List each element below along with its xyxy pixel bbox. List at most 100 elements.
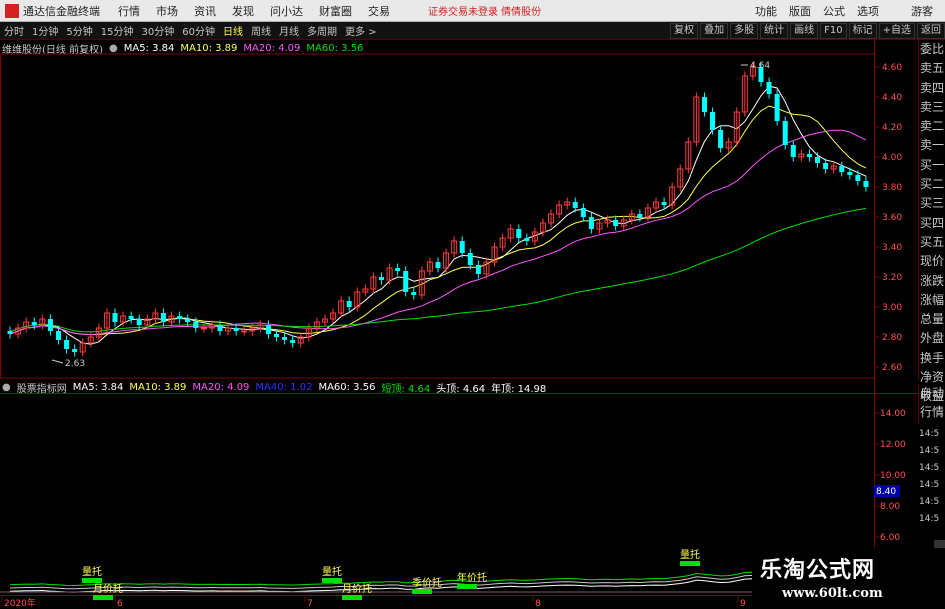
price-tick-label: 4.40: [882, 93, 902, 103]
stats-button[interactable]: 统计: [760, 23, 789, 39]
price-tick-label: 4.00: [882, 153, 902, 163]
period-30min[interactable]: 30分钟: [137, 23, 178, 38]
side-item-buy2[interactable]: 买二: [919, 175, 945, 194]
side-item-outer[interactable]: 外盘: [919, 329, 945, 348]
multi-stock-button[interactable]: 多股: [730, 23, 759, 39]
adjust-button[interactable]: 复权: [670, 23, 699, 39]
side-item-sell3[interactable]: 卖三: [919, 98, 945, 117]
tick-time: 14:5: [919, 480, 940, 490]
side-item-price[interactable]: 现价: [919, 252, 945, 271]
high-price-label: 4.64: [750, 61, 770, 71]
low-price-label: 2.63: [65, 359, 85, 369]
login-notice[interactable]: 证券交易未登录 倩倩股份: [428, 3, 541, 18]
period-5min[interactable]: 5分钟: [62, 23, 96, 38]
candle-body: [839, 166, 845, 172]
candle-body: [7, 331, 13, 334]
menu-item-options[interactable]: 选项: [851, 3, 885, 19]
menu-item-markets[interactable]: 市场: [148, 3, 186, 19]
candle-body: [774, 94, 780, 121]
signal-bar: [342, 595, 362, 600]
period-60min[interactable]: 60分钟: [178, 23, 219, 38]
candle-body: [217, 325, 223, 331]
signal-bar: [93, 595, 113, 600]
menu-item-news[interactable]: 资讯: [186, 3, 224, 19]
side-panel-lower: 自动 行情: [918, 384, 945, 424]
candle-body: [290, 340, 296, 343]
period-more[interactable]: 更多 >: [341, 23, 381, 38]
period-weekly[interactable]: 周线: [247, 23, 275, 38]
side-item-buy3[interactable]: 买三: [919, 194, 945, 213]
price-tick-label: 4.60: [882, 63, 902, 73]
period-multi[interactable]: 多周期: [303, 23, 341, 38]
menu-item-discover[interactable]: 发现: [224, 3, 262, 19]
quote-side-panel: 委比 卖五 卖四 卖三 卖二 卖一 买一 买二 买三 买四 买五 现价 涨跌 涨…: [918, 40, 945, 403]
candle-body: [782, 121, 788, 145]
side-item-turnover[interactable]: 换手: [919, 349, 945, 368]
side-item-buy5[interactable]: 买五: [919, 233, 945, 252]
candle-body: [177, 316, 183, 319]
candle-body: [613, 220, 619, 226]
back-button[interactable]: 返回: [917, 23, 945, 39]
candle-body: [72, 349, 78, 352]
kline-chart[interactable]: 4.60 4.40 4.20 4.00 3.80 3.60 3.40 3.20 3.00 2.80…: [0, 40, 918, 609]
menu-item-guest[interactable]: 游客: [905, 3, 939, 19]
menu-item-layout[interactable]: 版面: [783, 3, 817, 19]
overlay-button[interactable]: 叠加: [700, 23, 729, 39]
period-intraday[interactable]: 分时: [0, 23, 28, 38]
watermark-cn: 乐淘公式网: [760, 557, 876, 583]
candle-body: [411, 292, 417, 295]
tick-time-column: 14:5 14:5 14:5 14:5 14:5 14:5: [918, 426, 945, 526]
signal-label: 年价托: [457, 571, 487, 584]
candle-body: [855, 175, 861, 181]
candle-body: [710, 112, 716, 130]
mark-button[interactable]: 标记: [848, 23, 877, 39]
candle-body: [136, 319, 142, 325]
side-item-quotes[interactable]: 行情: [919, 403, 945, 422]
candle-body: [112, 313, 118, 322]
signal-label: 量托: [680, 548, 700, 561]
side-item-buy1[interactable]: 买一: [919, 156, 945, 175]
candle-body: [435, 262, 441, 268]
menu-item-ask[interactable]: 问小达: [262, 3, 311, 19]
price-tick-label: 3.40: [882, 243, 902, 253]
signal-bar: [680, 561, 700, 566]
draw-line-button[interactable]: 画线: [790, 23, 819, 39]
side-item-volume[interactable]: 总量: [919, 310, 945, 329]
current-value-text: 8.40: [876, 487, 896, 497]
signal-label: 季价托: [412, 576, 442, 589]
side-item-buy4[interactable]: 买四: [919, 214, 945, 233]
menu-item-function[interactable]: 功能: [749, 3, 783, 19]
side-item-sell1[interactable]: 卖一: [919, 136, 945, 155]
menu-item-market[interactable]: 行情: [110, 3, 148, 19]
candle-body: [467, 253, 473, 265]
side-item-change-pct[interactable]: 涨幅: [919, 291, 945, 310]
price-tick-label: 3.80: [882, 183, 902, 193]
period-daily[interactable]: 日线: [219, 23, 247, 38]
menu-bar: 通达信金融终端 行情 市场 资讯 发现 问小达 财富圈 交易 证券交易未登录 倩…: [0, 0, 945, 22]
side-item-change[interactable]: 涨跌: [919, 272, 945, 291]
candle-body: [200, 327, 207, 330]
candle-body: [637, 214, 643, 217]
side-item-sell2[interactable]: 卖二: [919, 117, 945, 136]
side-item-weibi[interactable]: 委比: [919, 40, 945, 59]
tick-time: 14:5: [919, 463, 940, 473]
side-item-sell5[interactable]: 卖五: [919, 59, 945, 78]
menu-item-trade[interactable]: 交易: [360, 3, 398, 19]
period-1min[interactable]: 1分钟: [28, 23, 62, 38]
period-15min[interactable]: 15分钟: [97, 23, 138, 38]
candle-body: [701, 97, 707, 112]
candle-body: [475, 265, 481, 274]
f10-button[interactable]: F10: [820, 23, 847, 39]
side-item-auto[interactable]: 自动: [919, 384, 945, 403]
candle-body: [718, 130, 724, 148]
ma5-line: [9, 85, 867, 345]
signal-label: 量托: [82, 565, 102, 578]
period-monthly[interactable]: 月线: [275, 23, 303, 38]
side-item-sell4[interactable]: 卖四: [919, 79, 945, 98]
add-watchlist-button[interactable]: +自选: [878, 23, 915, 39]
low-marker-line: [51, 359, 64, 364]
menu-item-formula[interactable]: 公式: [817, 3, 851, 19]
tick-time: 14:5: [919, 446, 940, 456]
menu-item-wealth[interactable]: 财富圈: [311, 3, 360, 19]
candle-body: [459, 241, 465, 253]
